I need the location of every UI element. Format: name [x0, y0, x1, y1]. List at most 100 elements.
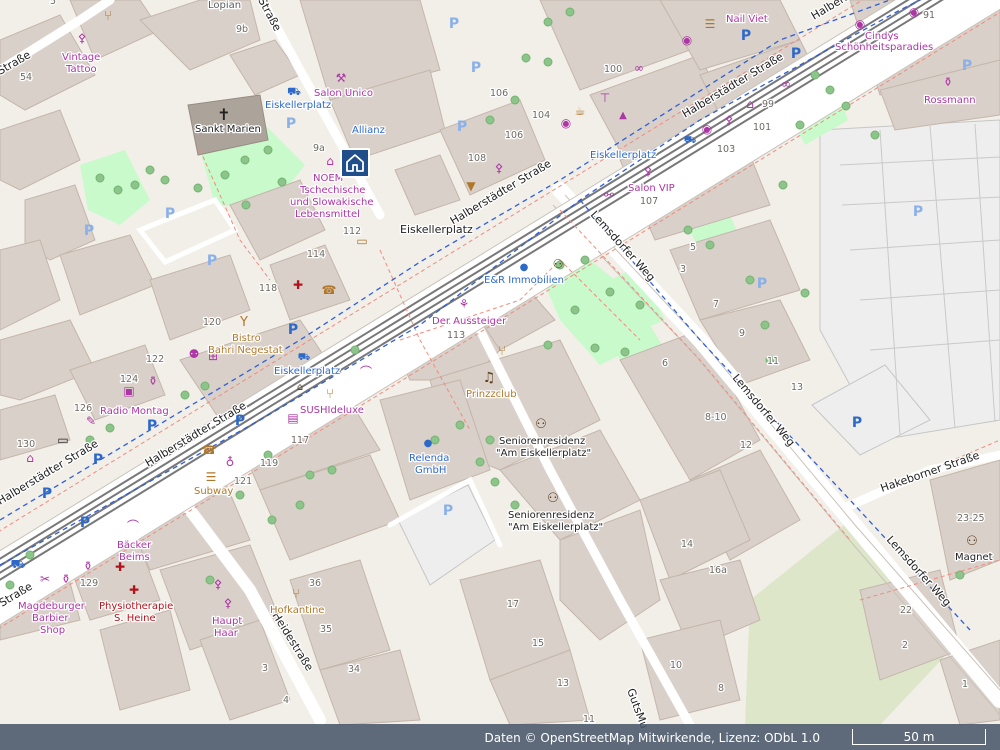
house-number: 12: [740, 440, 752, 451]
house-number: 122: [146, 354, 164, 365]
house-number: 8: [718, 683, 724, 694]
label-noem-1: NOEM: [313, 173, 343, 184]
house-number: 6: [662, 358, 668, 369]
label-relenda-1: Relenda: [409, 453, 449, 464]
house-number: 106: [490, 88, 508, 99]
parking-icon-12: P: [757, 276, 767, 292]
shopping-icon: ⌂: [26, 451, 34, 465]
scale-label: 50 m: [903, 730, 935, 744]
dance-icon: ⚘: [459, 297, 470, 311]
label-senior2-2: "Am Eiskellerplatz": [508, 522, 603, 533]
house-number: 14: [681, 539, 693, 550]
bottle-icon: ⚱: [148, 374, 158, 388]
toilets-icon-2: ⌂: [297, 382, 303, 393]
label-senior2-1: Seniorenresidenz: [508, 510, 594, 521]
label-baecker-2: Beims: [119, 552, 150, 563]
parking-icon-9: P: [791, 46, 801, 62]
parking-icon-18: P: [42, 486, 52, 502]
toilets-icon: ⚇: [553, 257, 564, 271]
label-hofkantine: Hofkantine: [270, 605, 324, 616]
parking-icon-14: P: [288, 322, 298, 338]
eye-icon: ◉: [561, 116, 571, 130]
parking-icon-20: P: [443, 503, 453, 519]
house-number: 108: [468, 153, 486, 164]
parking-icon-3: P: [457, 119, 467, 135]
house-number: 35: [320, 624, 332, 635]
attribution-text[interactable]: Daten © OpenStreetMap Mitwirkende, Lizen…: [484, 731, 820, 745]
music-icon: ♫: [483, 370, 496, 386]
label-cindys-2: Schönheitsparadies: [835, 42, 933, 53]
house-number: 22: [900, 605, 912, 616]
magnet-icon: ⚇: [966, 534, 978, 549]
bus-stop-icon: ⛟: [287, 85, 301, 98]
map-canvas: ⑂ ⚴ ✝ ⛟ ⚒ ⌂ ▭ ✚ ☎ Y ▣ ⚱ ⚉ ⊞ ▭ ⌂ ✎ ⑂ ⌒ ▤ …: [0, 0, 1000, 750]
house-number: 130: [17, 439, 35, 450]
label-er-immobilien: E&R Immobilien: [484, 275, 564, 286]
stop-eiskellerplatz-mid: Eiskellerplatz: [590, 150, 656, 161]
restaurant-icon-2: ⑂: [292, 587, 300, 602]
office-icon: ●: [520, 262, 529, 273]
label-nail-viet: Nail Viet: [726, 14, 768, 25]
house-number: 17: [507, 599, 519, 610]
map-view[interactable]: ⑂ ⚴ ✝ ⛟ ⚒ ⌂ ▭ ✚ ☎ Y ▣ ⚱ ⚉ ⊞ ▭ ⌂ ✎ ⑂ ⌒ ▤ …: [0, 0, 1000, 750]
label-salon-vip: Salon VIP: [628, 183, 675, 194]
parking-icon-19: P: [80, 515, 90, 531]
bakery-icon-2: ⌒: [127, 519, 139, 533]
pharmacy-icon: ✚: [293, 278, 303, 292]
house-number: 106: [505, 130, 523, 141]
label-noem-3: und Slowakische: [290, 197, 374, 208]
square-eiskellerplatz: Eiskellerplatz: [400, 223, 473, 236]
label-rossmann: Rossmann: [924, 95, 976, 106]
house-number: 119: [260, 458, 278, 469]
bus-stop-icon-2: ⛟: [684, 135, 697, 146]
house-number: 5: [690, 242, 696, 253]
house-number: 11: [767, 356, 779, 367]
bottle-icon-2: ⚱: [61, 572, 71, 586]
house-number: 100: [604, 64, 622, 75]
tag-icon: ▲: [619, 110, 627, 121]
house-number: 13: [557, 678, 569, 689]
label-sankt-marien: Sankt Marien: [195, 124, 261, 135]
label-salon-unico: Salon Unico: [314, 88, 373, 99]
taxi-icon: ⛟: [10, 557, 25, 571]
shop-icon: ⚒: [336, 71, 347, 85]
glasses-icon-2: ∞: [781, 77, 791, 91]
house-number: 13: [791, 382, 803, 393]
house-number: 129: [80, 578, 98, 589]
hairdresser-icon-4: ⚴: [224, 596, 233, 610]
parking-icon-15: P: [147, 418, 157, 434]
label-magnet: Magnet: [955, 552, 993, 563]
stop-eiskellerplatz-north: Eiskellerplatz: [265, 100, 331, 111]
label-haupt-2: Haar: [214, 628, 239, 639]
house-number: 8-10: [705, 412, 727, 423]
senior-icon-2: ⚇: [547, 491, 559, 506]
label-barbier-2: Barbier: [32, 613, 69, 624]
fitness-icon: ⚯: [604, 188, 614, 202]
house-number: 16a: [709, 565, 727, 576]
label-relenda-2: GmbH: [415, 465, 446, 476]
house-number: 9b: [236, 24, 248, 35]
physio-icon-2: ✚: [129, 583, 139, 597]
label-radio-montag: Radio Montag: [100, 406, 169, 417]
phone-icon-2: ☎: [202, 443, 217, 457]
cafe-icon: ☕: [575, 104, 586, 118]
basket-icon-2: ⌂: [746, 97, 754, 111]
house-number: 36: [309, 578, 321, 589]
house-number: 34: [348, 664, 360, 675]
label-prinzzclub: Prinzzclub: [466, 389, 517, 400]
house-number: 9: [739, 328, 745, 339]
church-icon: ✝: [217, 105, 230, 124]
label-baecker-1: Bäcker: [117, 540, 152, 551]
label-physio-2: S. Heine: [114, 613, 156, 624]
house-number: 3: [262, 663, 268, 674]
hairdresser-icon-5: ⚴: [495, 161, 504, 175]
diamond-icon: ▼: [466, 179, 476, 193]
house-number: 1: [962, 679, 968, 690]
house-number: 91: [923, 10, 935, 21]
home-marker[interactable]: [340, 148, 370, 178]
cash-icon-2: ▭: [57, 433, 68, 447]
fork-knife-icon: ⑂: [104, 9, 112, 24]
house-number: 124: [120, 374, 138, 385]
house-number: 9a: [313, 143, 325, 154]
label-physio-1: Physiotherapie: [99, 601, 173, 612]
